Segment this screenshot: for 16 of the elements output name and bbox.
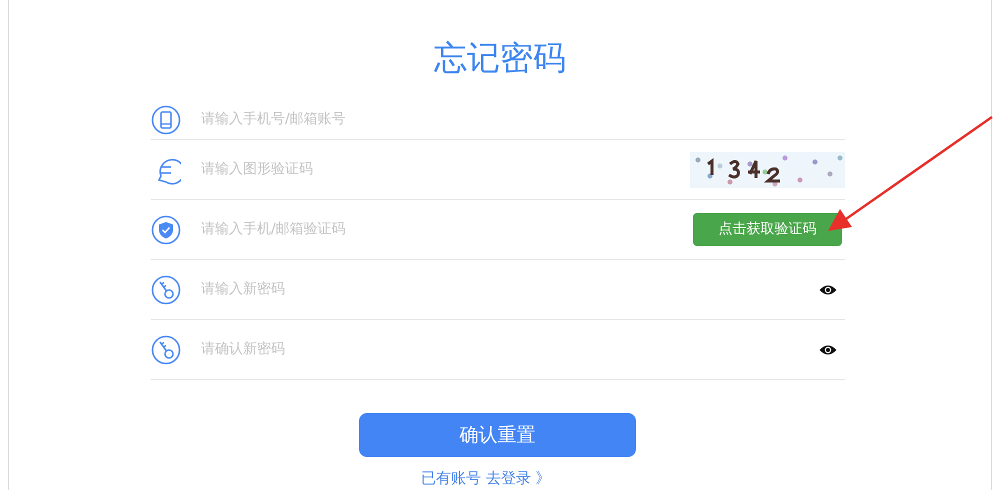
confirm-reset-button[interactable]: 确认重置 [359,413,636,457]
input-field[interactable]: 请输入图形验证码 [199,158,690,181]
shield-icon [151,214,181,244]
password-field[interactable]: 请输入新密码 [199,278,819,301]
login-link[interactable]: 已有账号 去登录 》 [421,467,551,490]
input-field[interactable]: 请输入手机号/邮箱账号 [199,108,845,131]
key-icon [151,274,181,304]
page-title: 忘记密码 [433,37,567,79]
phone-icon [151,104,181,134]
eye-icon[interactable] [819,344,837,356]
key-icon [151,334,181,364]
captcha-image[interactable] [690,152,845,188]
eye-icon[interactable] [819,284,837,296]
input-field[interactable]: 请输入手机/邮箱验证码 [199,218,693,241]
get-code-button[interactable]: 点击获取验证码 [693,213,842,246]
password-field[interactable]: 请确认新密码 [199,338,819,361]
